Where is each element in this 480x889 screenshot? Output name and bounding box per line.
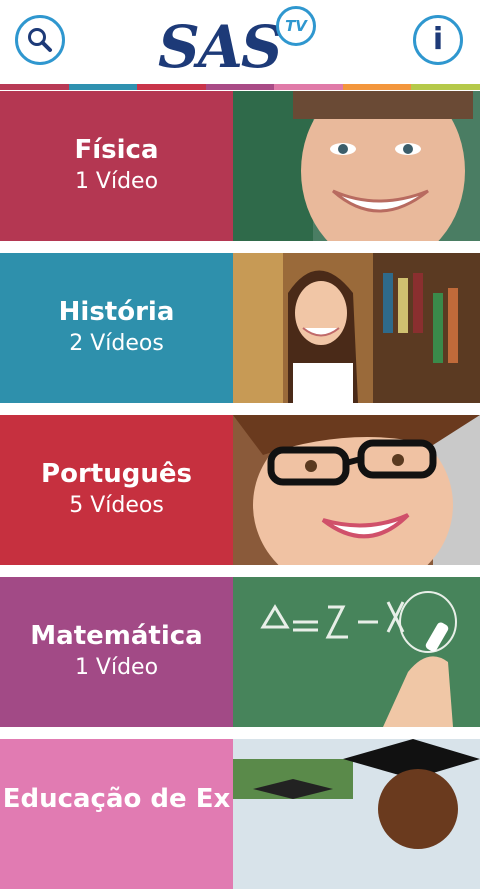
subject-tile: Educação de Ex: [0, 739, 233, 889]
subject-tile: Física 1 Vídeo: [0, 91, 233, 241]
graduation-photo: [233, 739, 480, 889]
student-photo: [233, 253, 480, 403]
subject-card-educacao[interactable]: Educação de Ex: [0, 739, 480, 889]
color-strip-segment: [68, 84, 138, 90]
subject-title: História: [58, 297, 175, 328]
subject-card-matematica[interactable]: Matemática 1 Vídeo: [0, 577, 480, 727]
info-icon: i: [432, 22, 444, 57]
search-icon: [28, 28, 52, 52]
sas-tv-logo: SAS TV: [158, 6, 324, 82]
subject-video-count: 1 Vídeo: [74, 654, 159, 680]
subject-tile: História 2 Vídeos: [0, 253, 233, 403]
subject-video-count: 1 Vídeo: [74, 168, 159, 194]
color-strip: [0, 84, 480, 90]
color-strip-segment: [274, 84, 343, 90]
search-button[interactable]: [15, 15, 65, 65]
subject-card-historia[interactable]: História 2 Vídeos: [0, 253, 480, 403]
subject-title: Física: [74, 135, 159, 166]
student-photo: [233, 91, 480, 241]
logo-tv-badge: TV: [276, 6, 316, 46]
subject-title: Matemática: [30, 621, 203, 652]
subject-card-fisica[interactable]: Física 1 Vídeo: [0, 91, 480, 241]
student-photo: [233, 415, 480, 565]
subject-title: Educação de Ex: [2, 784, 231, 814]
subject-video-count: 5 Vídeos: [69, 492, 164, 518]
color-strip-segment: [137, 84, 206, 90]
subject-tile: Matemática 1 Vídeo: [0, 577, 233, 727]
subject-video-count: 2 Vídeos: [69, 330, 164, 356]
color-strip-segment: [205, 84, 275, 90]
subject-tile: Português 5 Vídeos: [0, 415, 233, 565]
color-strip-segment: [0, 84, 69, 90]
color-strip-segment: [411, 84, 480, 90]
chalkboard-photo: [233, 577, 480, 727]
subject-title: Português: [41, 459, 192, 490]
color-strip-segment: [342, 84, 412, 90]
app-header: SAS TV i: [0, 0, 480, 86]
subject-card-portugues[interactable]: Português 5 Vídeos: [0, 415, 480, 565]
logo-text: SAS: [158, 13, 283, 81]
info-button[interactable]: i: [413, 15, 463, 65]
